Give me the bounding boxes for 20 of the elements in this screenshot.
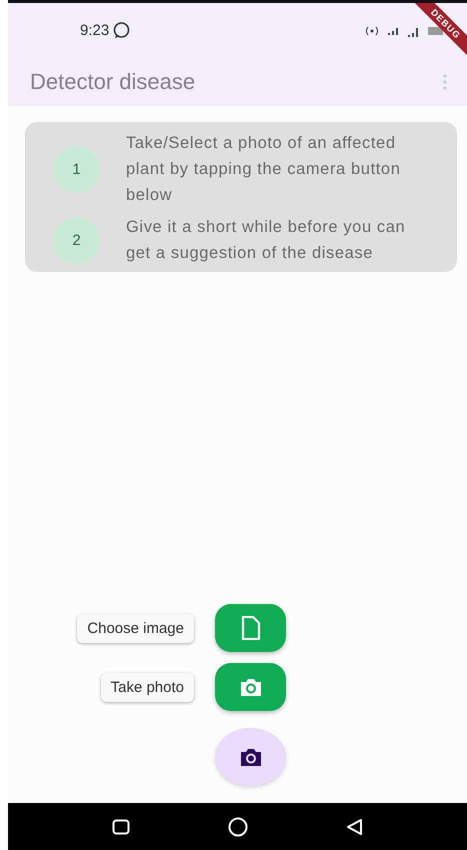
recents-icon[interactable]	[112, 818, 130, 834]
camera-icon	[238, 747, 262, 767]
step-number: 2	[53, 216, 100, 264]
chat-icon	[113, 22, 130, 39]
camera-action-button[interactable]	[215, 663, 286, 711]
hotspot-icon	[363, 26, 381, 36]
file-action-button[interactable]	[215, 604, 286, 652]
signal-icon	[387, 26, 401, 36]
action-label-button[interactable]: Choose image	[77, 614, 194, 642]
home-icon[interactable]	[228, 816, 248, 836]
step-number: 1	[53, 146, 100, 192]
status-time: 9:23	[80, 22, 110, 39]
camera-fab-button[interactable]	[215, 728, 286, 786]
step-text: Give it a short while before you can get a suggestion of the disease	[126, 217, 406, 264]
file-icon	[240, 616, 260, 640]
action-label-button[interactable]: Take photo	[100, 672, 194, 702]
step-text: Take/Select a photo of an affected plant by tapping the camera button below	[126, 133, 402, 206]
camera-icon	[238, 677, 262, 697]
back-icon[interactable]	[346, 818, 364, 836]
app-title: Detector disease	[30, 69, 196, 95]
